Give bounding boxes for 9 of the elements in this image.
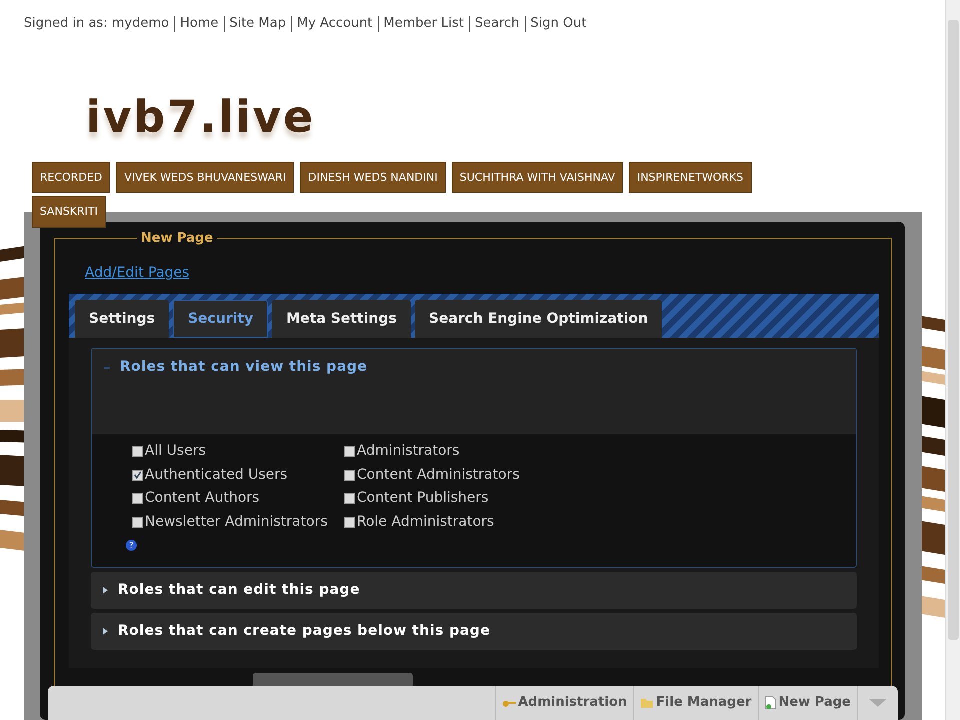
role-label: Administrators [357,442,460,462]
signed-in-label: Signed in as: mydemo [24,15,170,33]
role-label: All Users [145,442,206,462]
role-label: Role Administrators [357,512,494,532]
role-label: Newsletter Administrators [145,512,328,532]
role-label: Content Authors [145,489,260,508]
role-label: Content Publishers [357,489,489,508]
role-label: Content Administrators [357,466,520,485]
role-label: Authenticated Users [145,466,288,485]
